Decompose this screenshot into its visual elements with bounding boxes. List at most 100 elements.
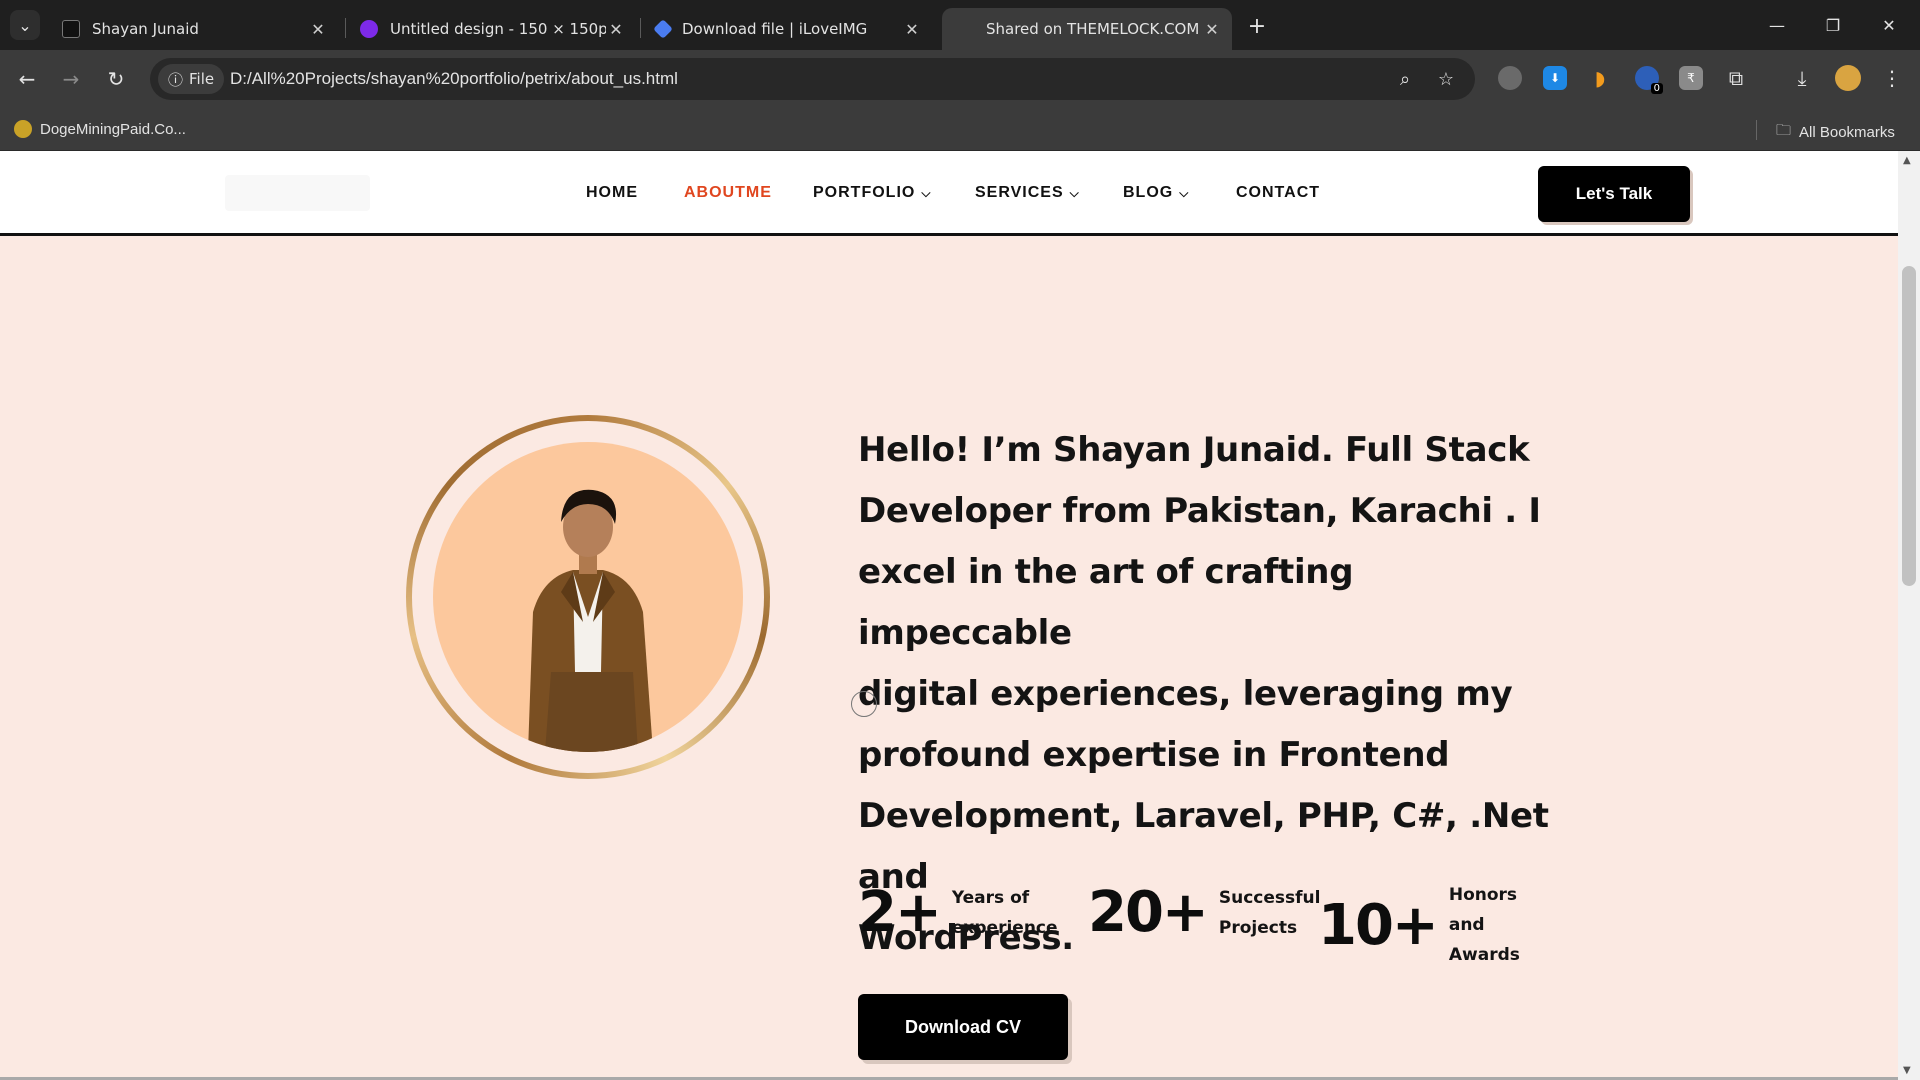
stat-label-line: Successful: [1218, 887, 1321, 908]
close-window-button[interactable]: ✕: [1866, 8, 1912, 42]
chevron-down-icon: ⌵: [1179, 185, 1190, 200]
stat-label: Successful Projects: [1219, 883, 1321, 943]
profile-photo: [433, 442, 743, 752]
stat-value: 20+: [1088, 880, 1209, 945]
bookmarks-bar: DogeMiningPaid.Co... 🗀 All Bookmarks: [0, 108, 1920, 151]
nav-label: PORTFOLIO: [813, 184, 916, 201]
stat-projects: 20+ Successful Projects: [1088, 880, 1320, 945]
browser-tab-strip: ⌄ Shayan Junaid ✕ Untitled design - 150 …: [0, 0, 1920, 50]
stat-label-line: Projects: [1218, 917, 1298, 938]
plus-icon: +: [1247, 13, 1267, 39]
nav-portfolio[interactable]: PORTFOLIO ⌵: [813, 184, 931, 202]
downloads-icon[interactable]: ⤓: [1790, 66, 1814, 90]
stat-label: Years of experience: [952, 883, 1058, 943]
mouse-cursor-ring: [851, 691, 877, 717]
portrait-ring-gap: [412, 421, 764, 773]
site-info-chip[interactable]: ⓘ File: [158, 64, 225, 94]
browser-tab[interactable]: Download file | iLoveIMG ✕: [642, 8, 932, 50]
bio-line: profound expertise in Frontend: [858, 735, 1450, 775]
bio-line: Hello! I’m Shayan Junaid. Full Stack: [858, 430, 1530, 470]
doge-coin-icon: [14, 120, 32, 138]
stat-years: 2+ Years of experience: [858, 880, 1058, 945]
nav-home[interactable]: HOME: [586, 184, 638, 202]
chip-label: File: [189, 70, 215, 88]
url-text[interactable]: D:/All%20Projects/shayan%20portfolio/pet…: [230, 69, 678, 89]
browser-tab-active[interactable]: Shared on THEMELOCK.COM - ✕: [942, 8, 1232, 50]
browser-tab[interactable]: Shayan Junaid ✕: [48, 8, 338, 50]
bookmark-star-icon[interactable]: ☆: [1434, 67, 1458, 91]
back-button[interactable]: ←: [12, 64, 42, 94]
lets-talk-button[interactable]: Let's Talk: [1538, 166, 1690, 222]
tab-search-button[interactable]: ⌄: [10, 10, 40, 40]
bookmark-label: DogeMiningPaid.Co...: [40, 120, 186, 138]
download-extension-icon[interactable]: ⬇: [1543, 66, 1567, 90]
person-illustration: [528, 489, 653, 752]
all-bookmarks-label: All Bookmarks: [1799, 124, 1895, 141]
stat-label-line: Honors: [1448, 885, 1518, 905]
blank-favicon-icon: [956, 20, 974, 38]
nav-label: HOME: [586, 184, 638, 201]
site-logo[interactable]: [225, 175, 370, 211]
close-icon[interactable]: ✕: [1202, 19, 1222, 39]
tab-title: Untitled design - 150 × 150px: [390, 20, 606, 38]
restore-button[interactable]: ❐: [1810, 8, 1856, 42]
profile-avatar[interactable]: [1835, 65, 1861, 91]
restore-icon: ❐: [1825, 15, 1841, 35]
profile-portrait-frame: [406, 415, 770, 779]
stat-label-line: and: [1448, 915, 1485, 935]
close-icon: ✕: [1882, 15, 1896, 35]
bookmark-item[interactable]: DogeMiningPaid.Co...: [14, 120, 186, 138]
stat-label: Honors and Awards: [1449, 880, 1520, 970]
canva-favicon-icon: [360, 20, 378, 38]
nav-aboutme[interactable]: ABOUTME: [684, 184, 772, 202]
counter-extension-icon[interactable]: 0: [1635, 66, 1663, 94]
kebab-menu-icon[interactable]: ⋮: [1880, 66, 1904, 90]
palette-extension-icon[interactable]: [1498, 66, 1522, 90]
scroll-down-icon[interactable]: ▼: [1903, 1065, 1911, 1076]
address-bar[interactable]: ⓘ File D:/All%20Projects/shayan%20portfo…: [150, 58, 1475, 100]
folder-icon: 🗀: [1776, 122, 1792, 139]
new-tab-button[interactable]: +: [1243, 12, 1271, 40]
nav-label: ABOUTME: [684, 184, 772, 201]
forward-button[interactable]: →: [56, 64, 86, 94]
tab-divider: [640, 18, 641, 38]
zoom-icon[interactable]: ⌕: [1393, 67, 1417, 91]
bio-line: Developer from Pakistan, Karachi . I: [858, 491, 1541, 531]
bookmark-divider: [1756, 120, 1757, 140]
minimize-button[interactable]: —: [1754, 8, 1800, 42]
chevron-down-icon: ⌄: [18, 15, 32, 35]
bio-line: excel in the art of crafting impeccable: [858, 552, 1354, 653]
stat-label-line: Awards: [1448, 945, 1520, 965]
nav-label: CONTACT: [1236, 184, 1321, 201]
nav-blog[interactable]: BLOG ⌵: [1123, 184, 1189, 202]
stat-awards: 10+ Honors and Awards: [1318, 880, 1520, 970]
all-bookmarks-button[interactable]: 🗀 All Bookmarks: [1776, 120, 1895, 145]
close-icon[interactable]: ✕: [308, 19, 328, 39]
extension-badge: 0: [1650, 83, 1663, 94]
rupee-extension-icon[interactable]: ₹: [1679, 66, 1703, 90]
site-header: HOME ABOUTME PORTFOLIO ⌵ SERVICES ⌵ BLOG ⌵ …: [0, 151, 1898, 236]
browser-tab[interactable]: Untitled design - 150 × 150px ✕: [346, 8, 636, 50]
bio-line: digital experiences, leveraging my: [858, 674, 1513, 714]
arrow-right-icon: →: [62, 67, 80, 91]
close-icon[interactable]: ✕: [902, 19, 922, 39]
puzzle-extensions-icon[interactable]: ⧉: [1724, 66, 1748, 90]
download-cv-button[interactable]: Download CV: [858, 994, 1068, 1060]
minimize-icon: —: [1769, 15, 1785, 35]
browser-toolbar: ← → ↻ ⓘ File D:/All%20Projects/shayan%20…: [0, 50, 1920, 108]
info-icon: ⓘ: [168, 70, 184, 89]
nav-contact[interactable]: CONTACT: [1236, 184, 1320, 202]
arrow-left-icon: ←: [18, 67, 36, 91]
nav-services[interactable]: SERVICES ⌵: [975, 184, 1080, 202]
reload-button[interactable]: ↻: [101, 64, 131, 94]
chevron-down-icon: ⌵: [1069, 185, 1080, 200]
scroll-up-icon[interactable]: ▲: [1903, 155, 1911, 166]
scrollbar-thumb[interactable]: [1902, 266, 1916, 586]
moon-extension-icon[interactable]: ◗: [1588, 66, 1612, 90]
tab-title: Shared on THEMELOCK.COM -: [986, 20, 1202, 38]
tab-title: Shayan Junaid: [92, 20, 199, 38]
page-scrollbar[interactable]: ▲ ▼: [1898, 151, 1920, 1080]
webflow-favicon-icon: [62, 20, 80, 38]
close-icon[interactable]: ✕: [606, 19, 626, 39]
nav-label: BLOG: [1123, 184, 1174, 201]
